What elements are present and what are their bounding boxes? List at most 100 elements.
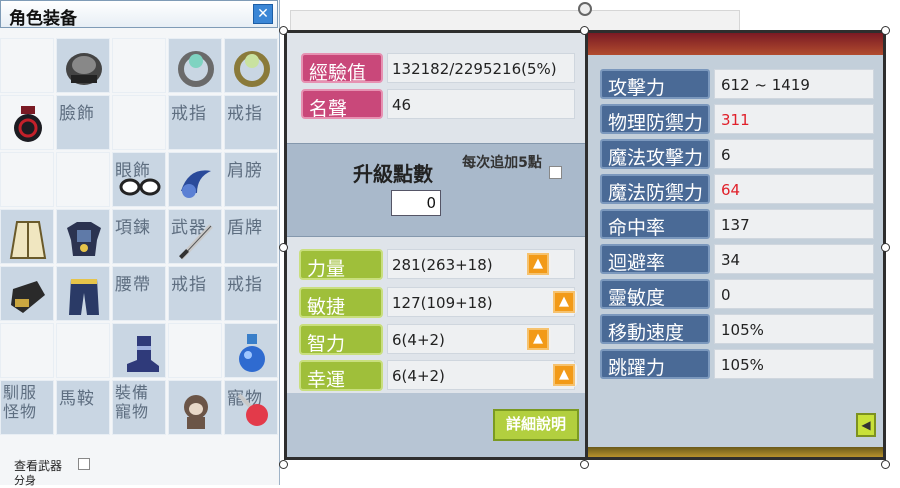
slot-empty — [168, 323, 222, 378]
slot-shoulder[interactable]: 肩膀 — [224, 152, 278, 207]
resize-handle[interactable] — [580, 26, 589, 35]
detail-label: 魔法防禦力 — [600, 174, 710, 204]
slot-gloves[interactable] — [0, 266, 54, 321]
ability-points-panel: 升級點數 0 每次追加5點 — [287, 143, 585, 237]
int-value: 6(4+2) — [392, 331, 445, 349]
detail-label: 物理防禦力 — [600, 104, 710, 134]
ability-points-title: 升級點數 — [353, 162, 433, 186]
slot-medal[interactable] — [0, 95, 54, 150]
slot-label-ring: 戒指 — [227, 275, 263, 295]
detail-label: 靈敏度 — [600, 279, 710, 309]
detail-label: 魔法攻擊力 — [600, 139, 710, 169]
slot-ring-3[interactable]: 戒指 — [168, 266, 222, 321]
luk-label: 幸運 — [299, 360, 383, 391]
resize-handle[interactable] — [881, 243, 890, 252]
close-icon[interactable]: ✕ — [253, 4, 273, 24]
slot-ring-4[interactable]: 戒指 — [224, 266, 278, 321]
slot-saddle[interactable]: 馬鞍 — [56, 380, 110, 435]
resize-handle[interactable] — [279, 26, 288, 35]
slot-empty — [0, 152, 54, 207]
slot-belt[interactable]: 腰帶 — [112, 266, 166, 321]
slot-top[interactable] — [56, 209, 110, 264]
detail-value-box: 0 — [714, 279, 874, 309]
detail-label-text: 命中率 — [608, 217, 666, 239]
equipment-footer: 查看武器 分身 — [0, 455, 280, 487]
slot-shield[interactable]: 盾牌 — [224, 209, 278, 264]
detail-label-text: 魔法攻擊力 — [608, 147, 704, 169]
str-arrow-up-icon[interactable]: ▲ — [527, 253, 549, 275]
slot-face[interactable]: 臉飾 — [56, 95, 110, 150]
slot-pet[interactable] — [168, 380, 222, 435]
str-label-text: 力量 — [307, 258, 346, 280]
luk-arrow-up-icon[interactable]: ▲ — [553, 364, 575, 386]
earring-icon — [181, 170, 211, 198]
detail-value-box: 105% — [714, 314, 874, 344]
equipment-grid: 臉飾 戒指 戒指 眼飾 肩膀 項鍊 武器 盾牌 腰帶 戒指 戒指 馴服 怪物 馬… — [0, 38, 280, 456]
slot-pet-item[interactable]: 寵物 — [224, 380, 278, 435]
helmet-icon — [66, 53, 102, 85]
luk-value: 6(4+2) — [392, 367, 445, 385]
detail-label-text: 移動速度 — [608, 322, 685, 344]
detail-value-box: 64 — [714, 174, 874, 204]
slot-empty — [112, 95, 166, 150]
arrow-left-icon[interactable]: ◀ — [856, 413, 876, 437]
detail-value: 311 — [721, 111, 750, 129]
detail-stat-window: 攻擊力 612 ~ 1419 物理防禦力 311 魔法攻擊力 6 魔法防禦力 64 命中率 137… — [588, 30, 886, 460]
slot-shoes[interactable] — [112, 323, 166, 378]
dex-arrow-up-icon[interactable]: ▲ — [553, 291, 575, 313]
armor-icon — [67, 222, 101, 256]
ring-icon — [234, 51, 270, 87]
luk-label-text: 幸運 — [307, 369, 346, 391]
slot-pants[interactable] — [56, 266, 110, 321]
slot-neck[interactable]: 項鍊 — [112, 209, 166, 264]
slot-empty — [56, 152, 110, 207]
glasses-icon — [119, 178, 161, 196]
slot-empty — [0, 323, 54, 378]
equipment-title: 角色装备 — [9, 9, 77, 29]
slot-ring-top-1[interactable] — [168, 38, 222, 93]
detail-value-box: 137 — [714, 209, 874, 239]
slot-potion[interactable] — [224, 323, 278, 378]
slot-pet-equip[interactable]: 裝備 寵物 — [112, 380, 166, 435]
resize-handle[interactable] — [279, 460, 288, 469]
int-arrow-up-icon[interactable]: ▲ — [527, 328, 549, 350]
detail-value-box: 105% — [714, 349, 874, 379]
detail-value: 0 — [721, 286, 731, 304]
slot-cape[interactable] — [0, 209, 54, 264]
detail-value: 105% — [721, 321, 764, 339]
detail-button[interactable]: 詳細說明 — [493, 409, 579, 441]
equipment-titlebar[interactable]: 角色装备 ✕ — [0, 0, 278, 29]
resize-handle[interactable] — [881, 460, 890, 469]
glove-icon — [11, 281, 45, 313]
bottle-icon — [237, 393, 268, 426]
view-weapon-checkbox[interactable] — [78, 458, 90, 470]
detail-value-box: 34 — [714, 244, 874, 274]
detail-label: 攻擊力 — [600, 69, 710, 99]
slot-ring-1[interactable]: 戒指 — [168, 95, 222, 150]
slot-eye[interactable]: 眼飾 — [112, 152, 166, 207]
luk-value-box: 6(4+2) — [387, 360, 575, 390]
slot-tame-monster[interactable]: 馴服 怪物 — [0, 380, 54, 435]
alpaca-icon — [184, 395, 208, 429]
slot-hat[interactable] — [56, 38, 110, 93]
slot-ring-top-2[interactable] — [224, 38, 278, 93]
auto-add-checkbox[interactable] — [549, 166, 562, 179]
potion-icon — [239, 334, 265, 372]
slot-label-belt: 腰帶 — [115, 275, 151, 295]
resize-handle[interactable] — [881, 26, 890, 35]
int-label-text: 智力 — [307, 333, 346, 355]
rotate-handle[interactable] — [578, 2, 592, 16]
dex-value-box: 127(109+18) — [387, 287, 575, 317]
ability-points-value: 0 — [426, 194, 436, 212]
stat-window: 經驗值 132182/2295216(5%) 名聲 46 升級點數 0 每次追加… — [284, 30, 588, 460]
boot-icon — [127, 336, 159, 372]
slot-earring[interactable] — [168, 152, 222, 207]
resize-handle[interactable] — [279, 243, 288, 252]
slot-weapon[interactable]: 武器 — [168, 209, 222, 264]
resize-handle[interactable] — [580, 460, 589, 469]
medal-icon — [14, 106, 42, 142]
slot-label-ring: 戒指 — [171, 104, 207, 124]
slot-ring-2[interactable]: 戒指 — [224, 95, 278, 150]
slot-label-ring: 戒指 — [171, 275, 207, 295]
equipment-window: 角色装备 ✕ 臉飾 戒指 戒指 眼飾 肩膀 項鍊 武器 盾牌 腰帶 戒指 戒指 … — [0, 0, 280, 487]
